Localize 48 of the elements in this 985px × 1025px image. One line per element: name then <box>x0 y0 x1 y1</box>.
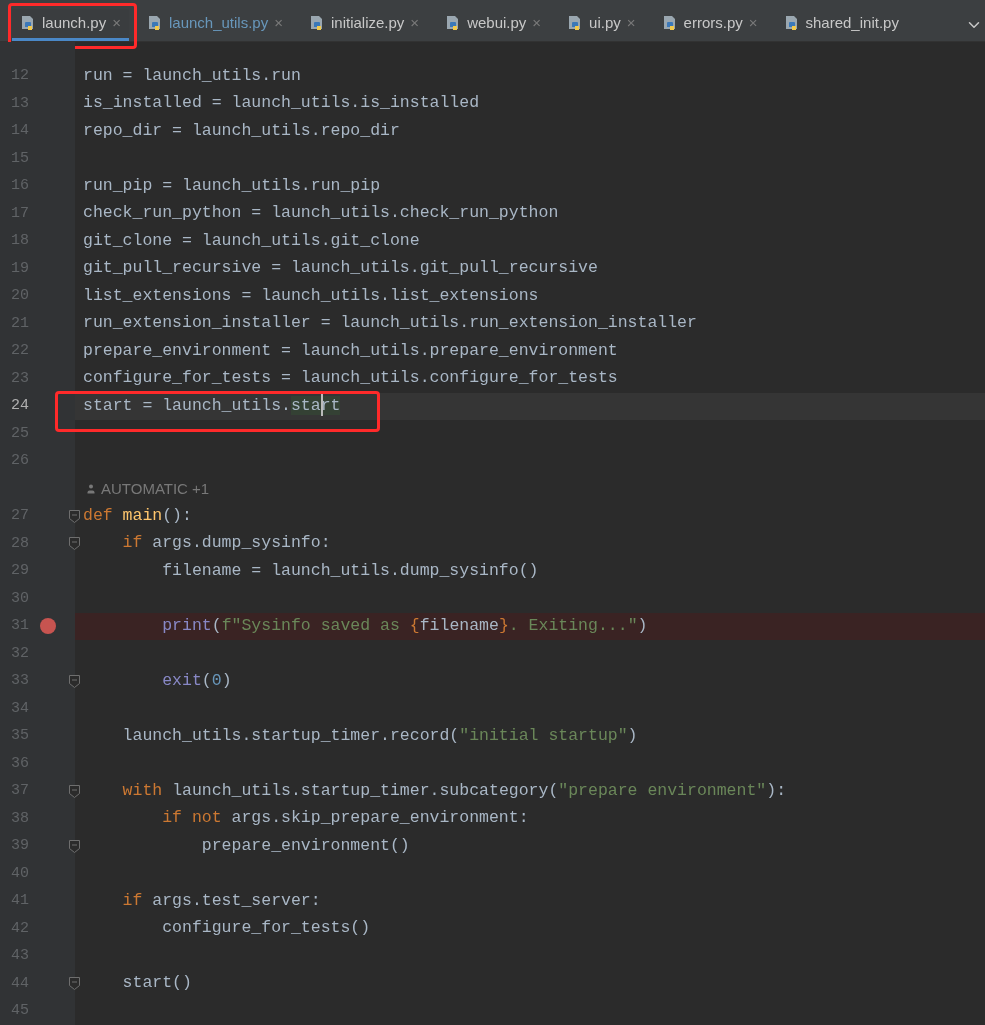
code-line: run_pip = launch_utils.run_pip <box>82 174 382 197</box>
editor-tab[interactable]: launch_utils.py × <box>139 8 291 41</box>
code-line: git_clone = launch_utils.git_clone <box>82 229 421 252</box>
editor-tab[interactable]: ui.py × <box>559 8 644 41</box>
close-tab-button[interactable]: × <box>626 11 636 35</box>
code-line: git_pull_recursive = launch_utils.git_pull_recursive <box>82 257 599 280</box>
code-line: with launch_utils.startup_timer.subcategory("prepare environment"): <box>121 779 788 802</box>
code-line: prepare_environment = launch_utils.prepare_environment <box>82 339 619 362</box>
line-number: 24 <box>11 396 29 416</box>
fold-marker-icon[interactable] <box>69 537 80 551</box>
code-line: if args.test_server: <box>121 889 322 912</box>
code-line: configure_for_tests = launch_utils.configure_for_tests <box>82 367 619 390</box>
code-line: def main(): <box>82 504 193 527</box>
close-tab-button[interactable]: × <box>410 11 420 35</box>
fold-marker-icon[interactable] <box>69 977 80 991</box>
code-line: if args.dump_sysinfo: <box>121 532 332 555</box>
code-line: start() <box>121 972 193 995</box>
code-line: is_installed = launch_utils.is_installed <box>82 92 481 115</box>
code-line: repo_dir = launch_utils.repo_dir <box>82 119 401 142</box>
close-tab-button[interactable]: × <box>748 11 758 35</box>
code-line: if not args.skip_prepare_environment: <box>161 807 530 830</box>
code-line: prepare_environment() <box>200 834 411 857</box>
editor-tab[interactable]: webui.py × <box>437 8 550 41</box>
python-file-icon <box>20 15 36 31</box>
close-tab-button[interactable]: × <box>112 11 121 35</box>
author-hint[interactable]: AUTOMATIC +1 <box>85 477 210 500</box>
editor-tab[interactable]: initialize.py × <box>301 8 428 41</box>
code-line: list_extensions = launch_utils.list_extensions <box>82 284 540 307</box>
code-line: check_run_python = launch_utils.check_run_python <box>82 202 560 225</box>
python-file-icon <box>661 15 678 31</box>
fold-marker-icon[interactable] <box>69 784 80 798</box>
python-file-icon <box>309 15 325 31</box>
person-icon <box>85 482 97 495</box>
fold-marker-icon[interactable] <box>69 509 80 523</box>
python-file-icon <box>783 15 800 31</box>
close-tab-button[interactable]: × <box>274 11 283 35</box>
editor-tab[interactable]: errors.py × <box>653 8 766 41</box>
code-line: configure_for_tests() <box>161 917 372 940</box>
code-line: filename = launch_utils.dump_sysinfo() <box>161 559 540 582</box>
fold-marker-icon[interactable] <box>69 674 80 688</box>
editor-tab[interactable]: shared_init.py <box>775 8 907 41</box>
fold-marker-icon[interactable] <box>69 839 80 853</box>
python-file-icon <box>147 15 163 31</box>
code-line: launch_utils.startup_timer.record("initial startup") <box>121 724 639 747</box>
code-line: run = launch_utils.run <box>82 64 302 87</box>
close-tab-button[interactable]: × <box>532 11 542 35</box>
code-line: run_extension_installer = launch_utils.run_extension_installer <box>82 312 698 335</box>
code-line: exit(0) <box>161 669 233 692</box>
